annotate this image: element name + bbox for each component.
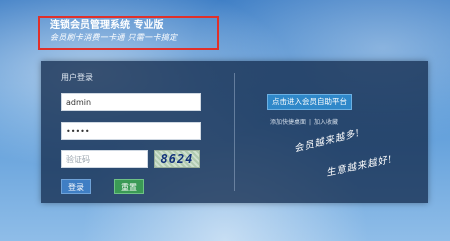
quick-links: 添加快捷桌面 | 加入收藏	[270, 117, 338, 126]
login-button[interactable]: 登录	[61, 179, 91, 194]
captcha-image[interactable]: 8624	[154, 150, 200, 168]
link-separator: |	[309, 119, 312, 126]
login-panel: 用户登录 8624 登录 重置 点击进入会员自助平台 添加快捷桌面|加入收藏 会…	[41, 61, 428, 203]
app-slogan: 会员刷卡消费一卡通 只需一卡搞定	[50, 33, 178, 42]
password-input[interactable]	[61, 122, 201, 140]
login-title: 用户登录	[61, 73, 93, 82]
app-title: 连锁会员管理系统 专业版	[50, 20, 164, 31]
add-favorite-link[interactable]: 加入收藏	[314, 119, 338, 126]
add-desktop-shortcut-link[interactable]: 添加快捷桌面	[270, 119, 306, 126]
panel-divider	[234, 73, 235, 191]
reset-button[interactable]: 重置	[114, 179, 144, 194]
member-self-service-button[interactable]: 点击进入会员自助平台	[267, 94, 352, 110]
handwriting-slogan-2: 生意越来越好!	[325, 153, 394, 179]
username-input[interactable]	[61, 93, 201, 111]
app-header: 连锁会员管理系统 专业版 会员刷卡消费一卡通 只需一卡搞定	[38, 16, 219, 50]
captcha-input[interactable]	[61, 150, 148, 168]
handwriting-slogan-1: 会员越来越多!	[293, 127, 362, 155]
